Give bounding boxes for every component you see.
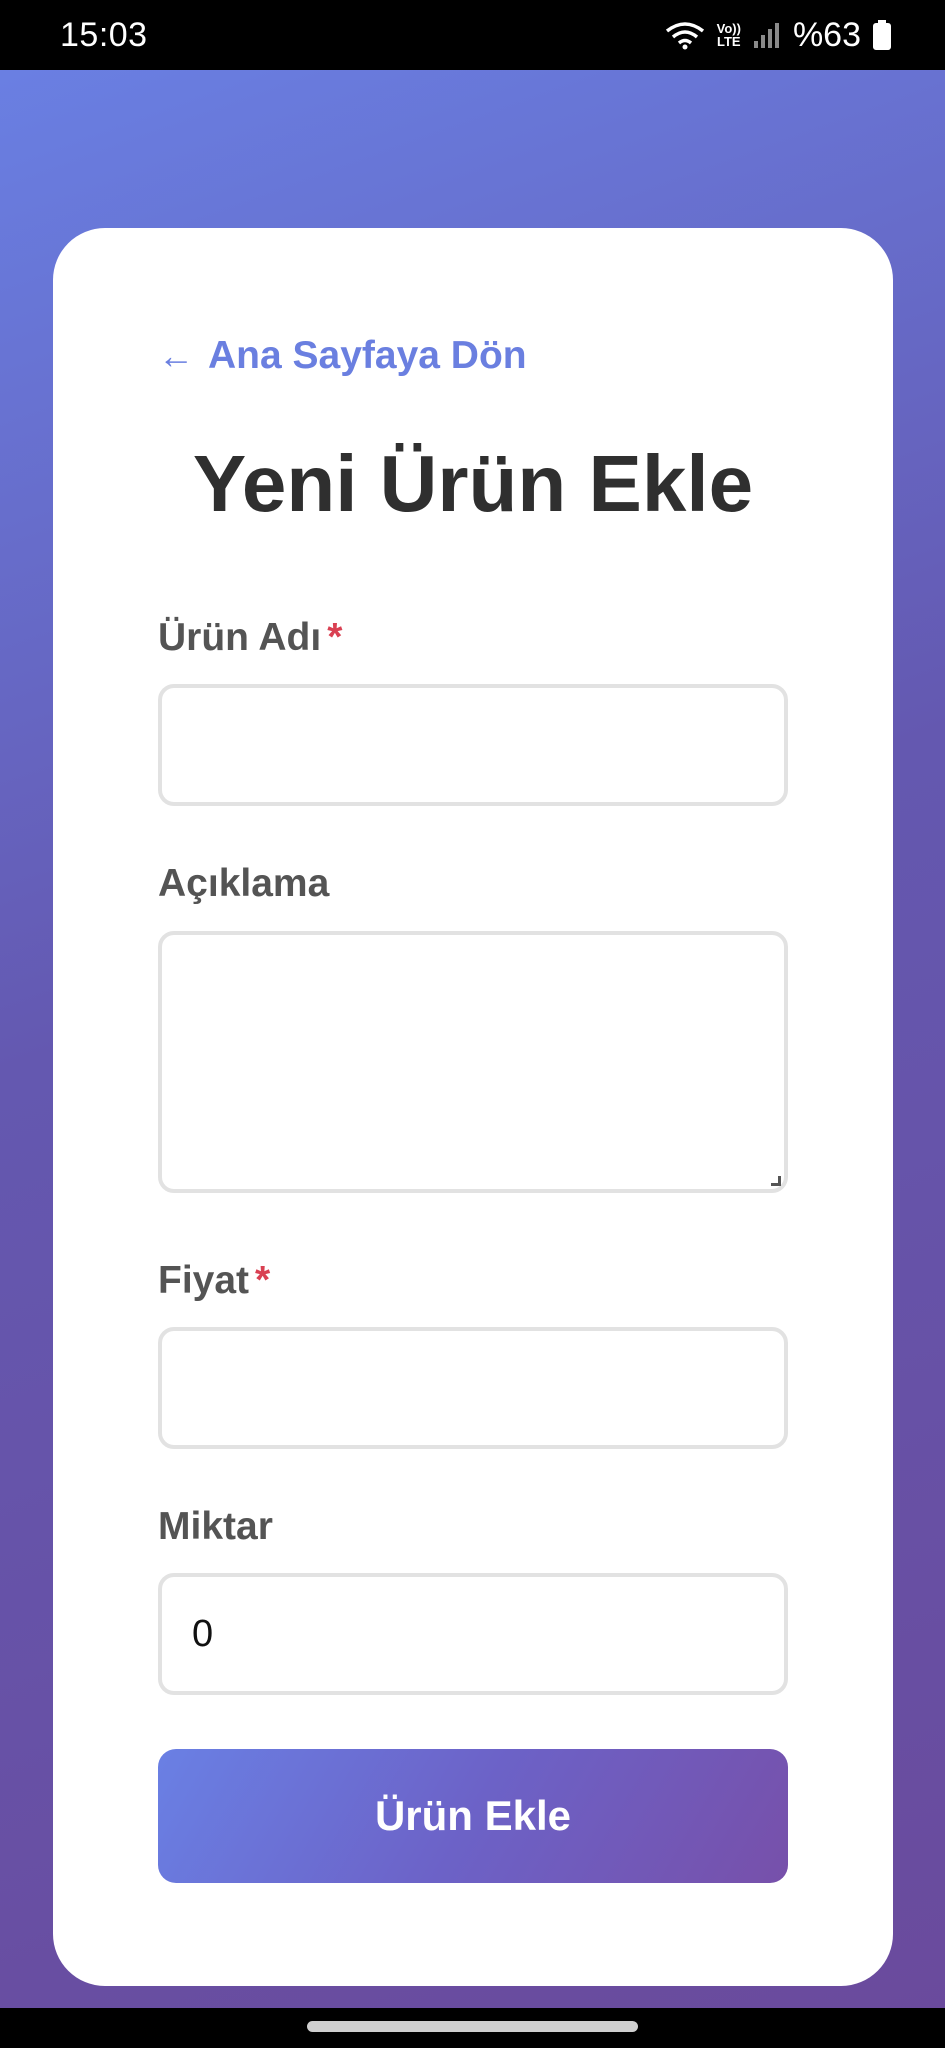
home-indicator[interactable] [307, 2021, 638, 2032]
signal-icon [753, 23, 779, 48]
volte-lte-icon: Vo)) LTE [716, 21, 741, 49]
wifi-icon [665, 22, 704, 50]
price-input[interactable] [158, 1327, 788, 1449]
required-mark: * [327, 616, 343, 659]
back-arrow-icon: ← [158, 335, 194, 376]
product-name-input[interactable] [158, 684, 788, 806]
resize-handle-icon[interactable] [771, 1176, 781, 1186]
quantity-label: Miktar [158, 1505, 273, 1548]
back-to-home-link[interactable]: ← Ana Sayfaya Dön [158, 334, 527, 378]
quantity-input[interactable] [158, 1573, 788, 1695]
description-label: Açıklama [158, 862, 330, 905]
battery-percent: %63 [792, 15, 861, 54]
add-product-card: ← Ana Sayfaya Dön Yeni Ürün Ekle Ürün Ad… [53, 228, 893, 1986]
add-product-button[interactable]: Ürün Ekle [158, 1749, 788, 1883]
status-icons: Vo)) LTE %63 [665, 16, 891, 55]
product-name-label: Ürün Adı * [158, 616, 343, 659]
battery-icon [873, 20, 891, 50]
status-bar: 15:03 Vo)) LTE %63 [0, 0, 945, 70]
page-title: Yeni Ürün Ekle [192, 439, 754, 528]
required-mark: * [255, 1259, 271, 1302]
price-label: Fiyat * [158, 1259, 271, 1302]
description-textarea[interactable] [158, 931, 788, 1193]
status-time: 15:03 [60, 15, 148, 54]
back-link-label: Ana Sayfaya Dön [208, 334, 527, 377]
